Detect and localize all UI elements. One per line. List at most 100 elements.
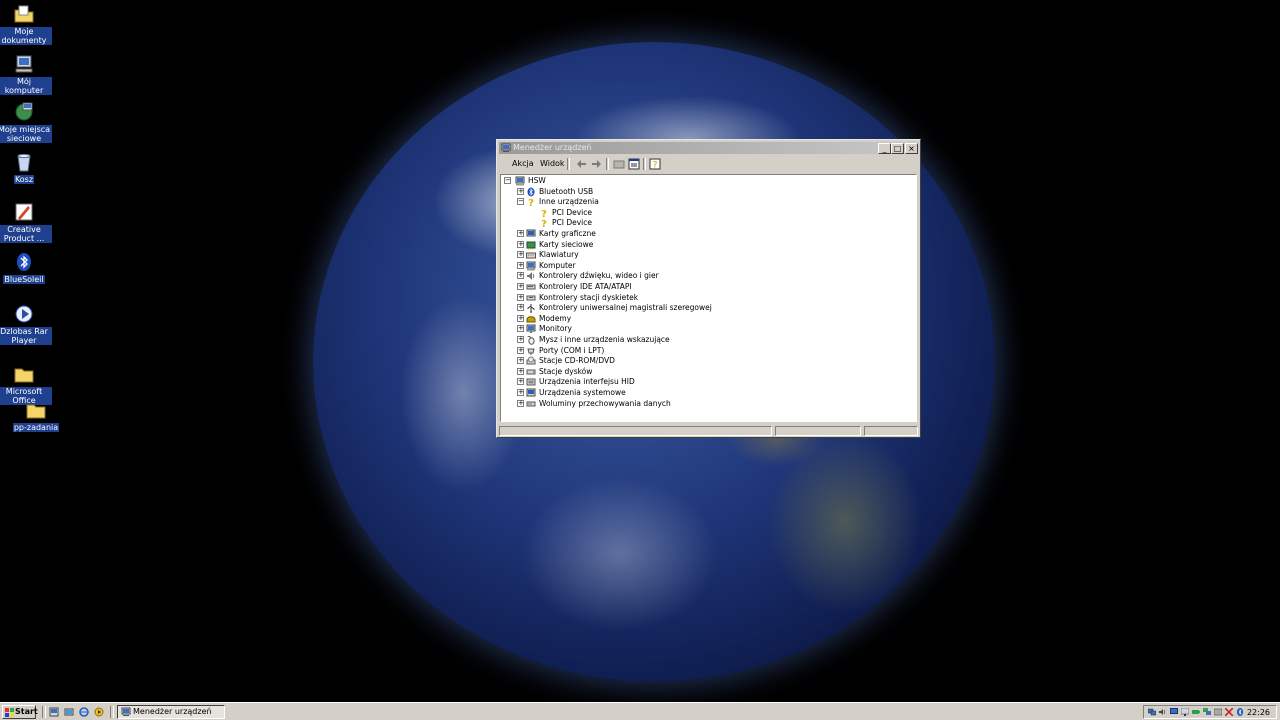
hardware-tray-icon[interactable] xyxy=(1214,708,1222,716)
tree-node-keyboards[interactable]: + Klawiatury xyxy=(517,250,897,260)
monitor-tray-icon[interactable] xyxy=(1181,708,1189,716)
expand-toggle[interactable]: + xyxy=(517,314,524,322)
expand-toggle[interactable]: + xyxy=(517,283,524,290)
taskbar-button-device-manager[interactable]: Menedżer urządzeń xyxy=(117,705,225,719)
expand-toggle[interactable]: + xyxy=(517,399,524,407)
tree-node-ports[interactable]: + Porty (COM i LPT) xyxy=(517,346,897,356)
close-button[interactable]: × xyxy=(905,143,918,154)
network-places-icon xyxy=(15,102,33,121)
tree-node-bluetooth-usb[interactable]: + Bluetooth USB xyxy=(517,187,897,197)
tree-node-network-adapters[interactable]: + Karty sieciowe xyxy=(517,240,897,250)
tree-node-monitors[interactable]: + Monitory xyxy=(517,324,897,334)
device-tree: − HSW + Bluetooth USB − ? Inne urządzeni… xyxy=(500,174,917,422)
desktop-icon-bluesoleil[interactable]: BlueSoleil xyxy=(0,251,52,284)
tree-node-computer[interactable]: + Komputer xyxy=(517,261,897,271)
tree-node-display-adapters[interactable]: + Karty graficzne xyxy=(517,229,897,239)
desktop-icon-label: Moje dokumenty xyxy=(0,27,52,45)
expand-toggle[interactable]: + xyxy=(517,240,524,248)
start-button[interactable]: Start xyxy=(2,705,38,719)
desktop-icon-my-computer[interactable]: Mój komputer xyxy=(0,53,52,95)
tree-node-label: Monitory xyxy=(539,324,572,334)
tree-node-ide-controllers[interactable]: + Kontrolery IDE ATA/ATAPI xyxy=(517,282,897,292)
expand-toggle[interactable]: + xyxy=(517,272,524,280)
tree-node-other-devices[interactable]: − ? Inne urządzenia xyxy=(517,197,897,207)
expand-toggle[interactable]: + xyxy=(517,251,524,259)
network-adapter-icon xyxy=(526,241,536,250)
network-tray-icon[interactable] xyxy=(1148,708,1156,716)
tree-node-disk-drives[interactable]: + Stacje dysków xyxy=(517,367,897,377)
expand-toggle[interactable]: + xyxy=(517,261,524,269)
tree-node-storage-volumes[interactable]: + Woluminy przechowywania danych xyxy=(517,399,897,409)
network-status-tray-icon[interactable] xyxy=(1203,708,1211,716)
tree-node-mice[interactable]: + Mysz i inne urządzenia wskazujące xyxy=(517,335,897,345)
desktop: Moje dokumenty Mój komputer Moje miejsca… xyxy=(0,0,1280,702)
tree-node-label: Mysz i inne urządzenia wskazujące xyxy=(539,335,670,344)
show-desktop-icon[interactable] xyxy=(49,707,59,717)
tree-node-cdrom-drives[interactable]: + Stacje CD-ROM/DVD xyxy=(517,356,897,366)
antivirus-tray-icon[interactable] xyxy=(1225,708,1233,716)
tree-node-pci-device[interactable]: ? PCI Device xyxy=(539,208,899,218)
bluetooth-icon xyxy=(527,187,535,197)
tree-node-usb-controllers[interactable]: + Kontrolery uniwersalnej magistrali sze… xyxy=(517,303,897,314)
desktop-icon-network-places[interactable]: Moje miejsca sieciowe xyxy=(0,101,52,143)
collapse-toggle[interactable]: − xyxy=(504,177,511,184)
bluetooth-tray-icon[interactable] xyxy=(1236,708,1244,716)
expand-toggle[interactable]: + xyxy=(517,325,524,333)
tree-node-label: Stacje CD-ROM/DVD xyxy=(539,356,615,366)
tree-node-system-devices[interactable]: + Urządzenia systemowe xyxy=(517,388,897,398)
tree-node-hid-devices[interactable]: + Urządzenia interfejsu HID xyxy=(517,377,897,387)
expand-toggle[interactable]: + xyxy=(517,293,524,301)
storage-volume-icon xyxy=(526,401,536,407)
desktop-icon-creative-product[interactable]: Creative Product ... xyxy=(0,201,52,243)
explorer-icon[interactable] xyxy=(64,707,74,717)
menu-action[interactable]: Akcja xyxy=(512,159,534,168)
expand-toggle[interactable]: + xyxy=(517,357,524,365)
tree-node-pci-device[interactable]: ? PCI Device xyxy=(539,218,899,228)
expand-toggle[interactable]: + xyxy=(517,346,524,354)
folder-icon xyxy=(26,404,46,419)
folder-icon xyxy=(14,368,34,383)
expand-toggle[interactable]: + xyxy=(517,378,524,386)
help-icon[interactable]: ? xyxy=(649,158,661,170)
internet-explorer-icon[interactable] xyxy=(79,707,89,717)
tree-node-sound-controllers[interactable]: + Kontrolery dźwięku, wideo i gier xyxy=(517,271,897,281)
properties-icon[interactable] xyxy=(628,158,640,170)
svg-text:?: ? xyxy=(653,161,658,171)
back-icon[interactable] xyxy=(575,158,587,170)
expand-toggle[interactable]: + xyxy=(517,389,524,396)
minimize-button[interactable]: _ xyxy=(878,143,891,154)
desktop-icon-my-documents[interactable]: Moje dokumenty xyxy=(0,3,52,45)
clock[interactable]: 22:26 xyxy=(1247,707,1270,718)
taskbar-separator xyxy=(110,706,114,718)
tree-node-floppy-controllers[interactable]: + Kontrolery stacji dyskietek xyxy=(517,293,897,303)
tree-node-label: Porty (COM i LPT) xyxy=(539,345,605,355)
tree-root[interactable]: − HSW xyxy=(504,176,904,186)
computer-icon xyxy=(15,55,33,73)
tree-node-modems[interactable]: + Modemy xyxy=(517,314,897,324)
media-player-icon[interactable] xyxy=(94,707,104,717)
expand-toggle[interactable]: + xyxy=(517,304,524,312)
expand-toggle[interactable]: + xyxy=(517,187,524,195)
forward-icon[interactable] xyxy=(591,158,603,170)
expand-toggle[interactable]: + xyxy=(517,230,524,237)
battery-tray-icon[interactable] xyxy=(1192,708,1200,716)
menu-view[interactable]: Widok xyxy=(540,159,565,168)
expand-toggle[interactable]: + xyxy=(517,336,524,343)
desktop-icon-rar-player[interactable]: Dzlobas Rar Player xyxy=(0,303,52,345)
display-tray-icon[interactable] xyxy=(1170,708,1178,716)
maximize-button[interactable]: □ xyxy=(891,143,904,154)
status-pane xyxy=(499,426,772,436)
start-label: Start xyxy=(15,707,38,716)
volume-tray-icon[interactable] xyxy=(1159,708,1167,716)
tree-node-label: Komputer xyxy=(539,260,576,270)
cdrom-icon xyxy=(526,356,536,365)
expand-toggle[interactable]: + xyxy=(517,367,524,375)
taskbar-separator xyxy=(42,706,46,718)
window-titlebar[interactable]: Menedżer urządzeń _ □ × xyxy=(499,142,918,154)
desktop-icon-pp-zadania[interactable]: pp-zadania xyxy=(8,399,64,432)
system-tray: 22:26 xyxy=(1143,705,1277,719)
device-manager-icon xyxy=(121,707,131,716)
up-icon[interactable] xyxy=(613,158,625,170)
collapse-toggle[interactable]: − xyxy=(517,198,524,206)
desktop-icon-recycle-bin[interactable]: Kosz xyxy=(0,151,52,184)
